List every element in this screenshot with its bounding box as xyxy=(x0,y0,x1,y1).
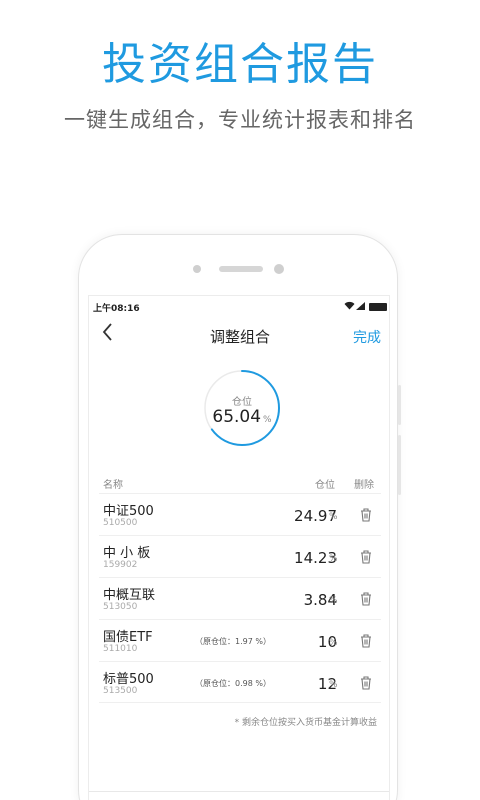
trash-icon[interactable] xyxy=(359,591,373,607)
footnote: * 剩余仓位按买入货币基金计算收益 xyxy=(234,718,377,728)
gauge-value: 65.04% xyxy=(202,407,282,427)
holding-row[interactable]: 中 小 板 159902 14.23 % xyxy=(99,535,381,577)
front-sensor xyxy=(193,265,201,273)
holdings-list: 中证500 510500 24.97 % 中 小 板 159902 14.23 … xyxy=(89,493,389,703)
holding-row[interactable]: 国债ETF 511010 （原仓位：1.97 %） 10 % xyxy=(99,619,381,661)
side-button xyxy=(398,435,401,495)
trash-icon[interactable] xyxy=(359,549,373,565)
divider xyxy=(89,791,389,792)
status-time: 上午08:16 xyxy=(93,304,140,314)
signal-icon xyxy=(356,302,365,313)
holding-row[interactable]: 标普500 513500 （原仓位：0.98 %） 12 % xyxy=(99,661,381,703)
trash-icon[interactable] xyxy=(359,675,373,691)
gauge-unit: % xyxy=(263,415,272,425)
original-position: （原仓位：0.98 %） xyxy=(195,679,271,688)
holding-code: 159902 xyxy=(103,560,138,570)
page-title: 调整组合 xyxy=(209,328,270,346)
battery-icon xyxy=(369,303,387,311)
front-camera xyxy=(274,264,284,274)
done-button[interactable]: 完成 xyxy=(353,327,381,347)
holding-code: 510500 xyxy=(103,518,138,528)
holding-code: 513500 xyxy=(103,686,138,696)
gauge-number: 65.04 xyxy=(212,407,262,427)
position-unit: % xyxy=(329,554,338,564)
status-bar: 上午08:16 xyxy=(89,296,389,316)
trash-icon[interactable] xyxy=(359,507,373,523)
trash-icon[interactable] xyxy=(359,633,373,649)
promo-title: 投资组合报告 xyxy=(102,39,378,90)
promo-subtitle: 一键生成组合，专业统计报表和排名 xyxy=(64,108,416,132)
position-unit: % xyxy=(329,512,338,522)
holding-row[interactable]: 中证500 510500 24.97 % xyxy=(99,493,381,535)
earpiece-speaker xyxy=(219,266,263,272)
position-unit: % xyxy=(329,680,338,690)
holding-name: 国债ETF xyxy=(103,630,153,645)
app-screen: 上午08:16 调整组合 完成 仓位 65.04% 名称 仓位 删除 中证500… xyxy=(88,295,390,800)
holding-code: 513050 xyxy=(103,602,138,612)
column-header-position: 仓位 xyxy=(315,480,335,491)
position-unit: % xyxy=(329,638,338,648)
side-button xyxy=(398,385,401,425)
column-header-delete: 删除 xyxy=(354,480,374,491)
holding-row[interactable]: 中概互联 513050 3.84 % xyxy=(99,577,381,619)
holding-code: 511010 xyxy=(103,644,138,654)
nav-bar: 调整组合 完成 xyxy=(89,318,389,354)
original-position: （原仓位：1.97 %） xyxy=(195,637,271,646)
position-unit: % xyxy=(329,596,338,606)
gauge-label: 仓位 xyxy=(232,397,252,408)
holding-name: 中概互联 xyxy=(103,588,156,603)
holding-name: 中证500 xyxy=(103,504,154,519)
holding-name: 标普500 xyxy=(103,672,154,687)
holding-name: 中 小 板 xyxy=(103,546,151,561)
column-header-name: 名称 xyxy=(103,480,123,491)
wifi-icon xyxy=(344,301,355,313)
